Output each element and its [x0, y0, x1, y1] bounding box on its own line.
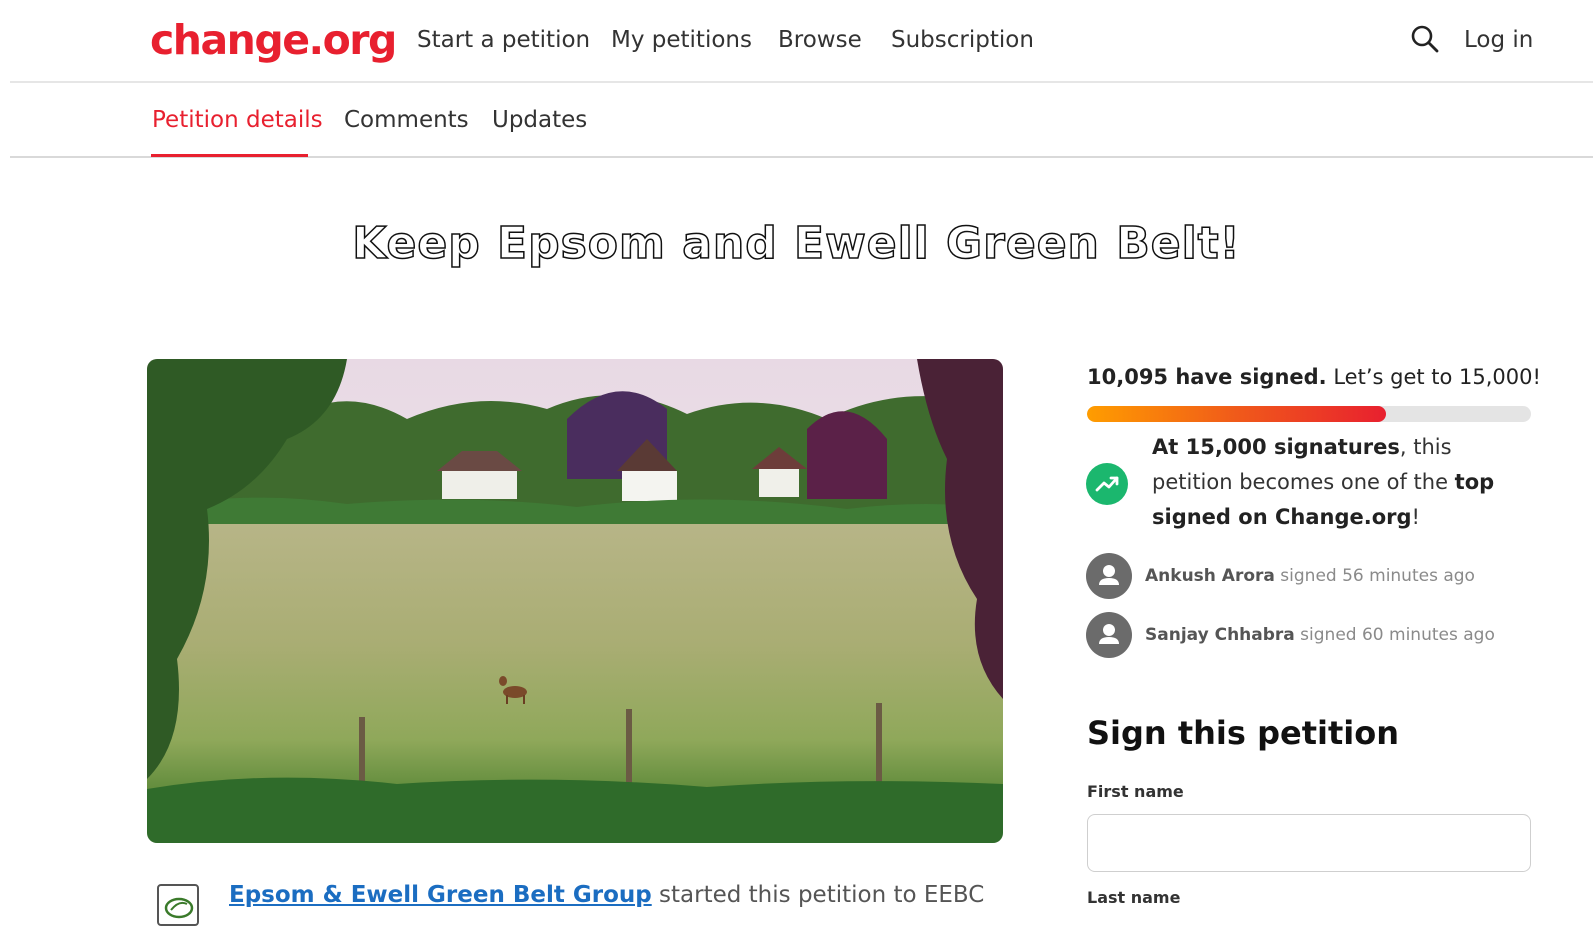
author-avatar[interactable] — [157, 884, 199, 926]
first-name-input[interactable] — [1087, 814, 1531, 872]
recent-signer: Sanjay Chhabra signed 60 minutes ago — [1145, 622, 1495, 648]
tab-updates[interactable]: Updates — [492, 104, 587, 136]
nav-start-petition[interactable]: Start a petition — [417, 24, 590, 56]
signed-count-text: 10,095 have signed. — [1087, 365, 1327, 389]
change-org-logo[interactable]: change.org — [150, 10, 397, 70]
signer-name: Sanjay Chhabra — [1145, 625, 1295, 645]
avatar — [1086, 553, 1132, 599]
nav-browse[interactable]: Browse — [778, 24, 862, 56]
first-name-label: First name — [1087, 782, 1184, 801]
petition-title: Keep Epsom and Ewell Green Belt! — [351, 217, 1241, 270]
header-divider — [10, 81, 1593, 83]
signer-time: signed 60 minutes ago — [1294, 625, 1495, 645]
milestone-end: ! — [1411, 505, 1420, 529]
milestone-text: At 15,000 signatures, this petition beco… — [1152, 430, 1532, 535]
signature-progress-fill — [1087, 406, 1386, 422]
login-link[interactable]: Log in — [1464, 24, 1533, 56]
tab-comments[interactable]: Comments — [344, 104, 469, 136]
nav-my-petitions[interactable]: My petitions — [611, 24, 752, 56]
signer-time: signed 56 minutes ago — [1274, 566, 1475, 586]
petition-hero-image — [147, 359, 1003, 843]
milestone-goal: At 15,000 signatures — [1152, 435, 1400, 459]
signer-name: Ankush Arora — [1145, 566, 1275, 586]
author-link[interactable]: Epsom & Ewell Green Belt Group — [229, 882, 652, 908]
sign-form-title: Sign this petition — [1087, 714, 1399, 752]
signature-progress-bar — [1087, 406, 1531, 422]
trending-up-icon — [1086, 463, 1128, 505]
avatar — [1086, 612, 1132, 658]
active-tab-indicator — [151, 154, 308, 157]
recent-signer: Ankush Arora signed 56 minutes ago — [1145, 563, 1475, 589]
last-name-label: Last name — [1087, 888, 1181, 907]
search-icon[interactable] — [1408, 22, 1442, 56]
tab-petition-details[interactable]: Petition details — [152, 104, 323, 136]
author-line: Epsom & Ewell Green Belt Group started t… — [229, 879, 984, 911]
goal-text: Let’s get to 15,000! — [1326, 365, 1541, 389]
signature-count: 10,095 have signed. Let’s get to 15,000! — [1087, 362, 1541, 392]
nav-subscription[interactable]: Subscription — [891, 24, 1034, 56]
author-suffix: started this petition to EEBC — [651, 882, 985, 908]
